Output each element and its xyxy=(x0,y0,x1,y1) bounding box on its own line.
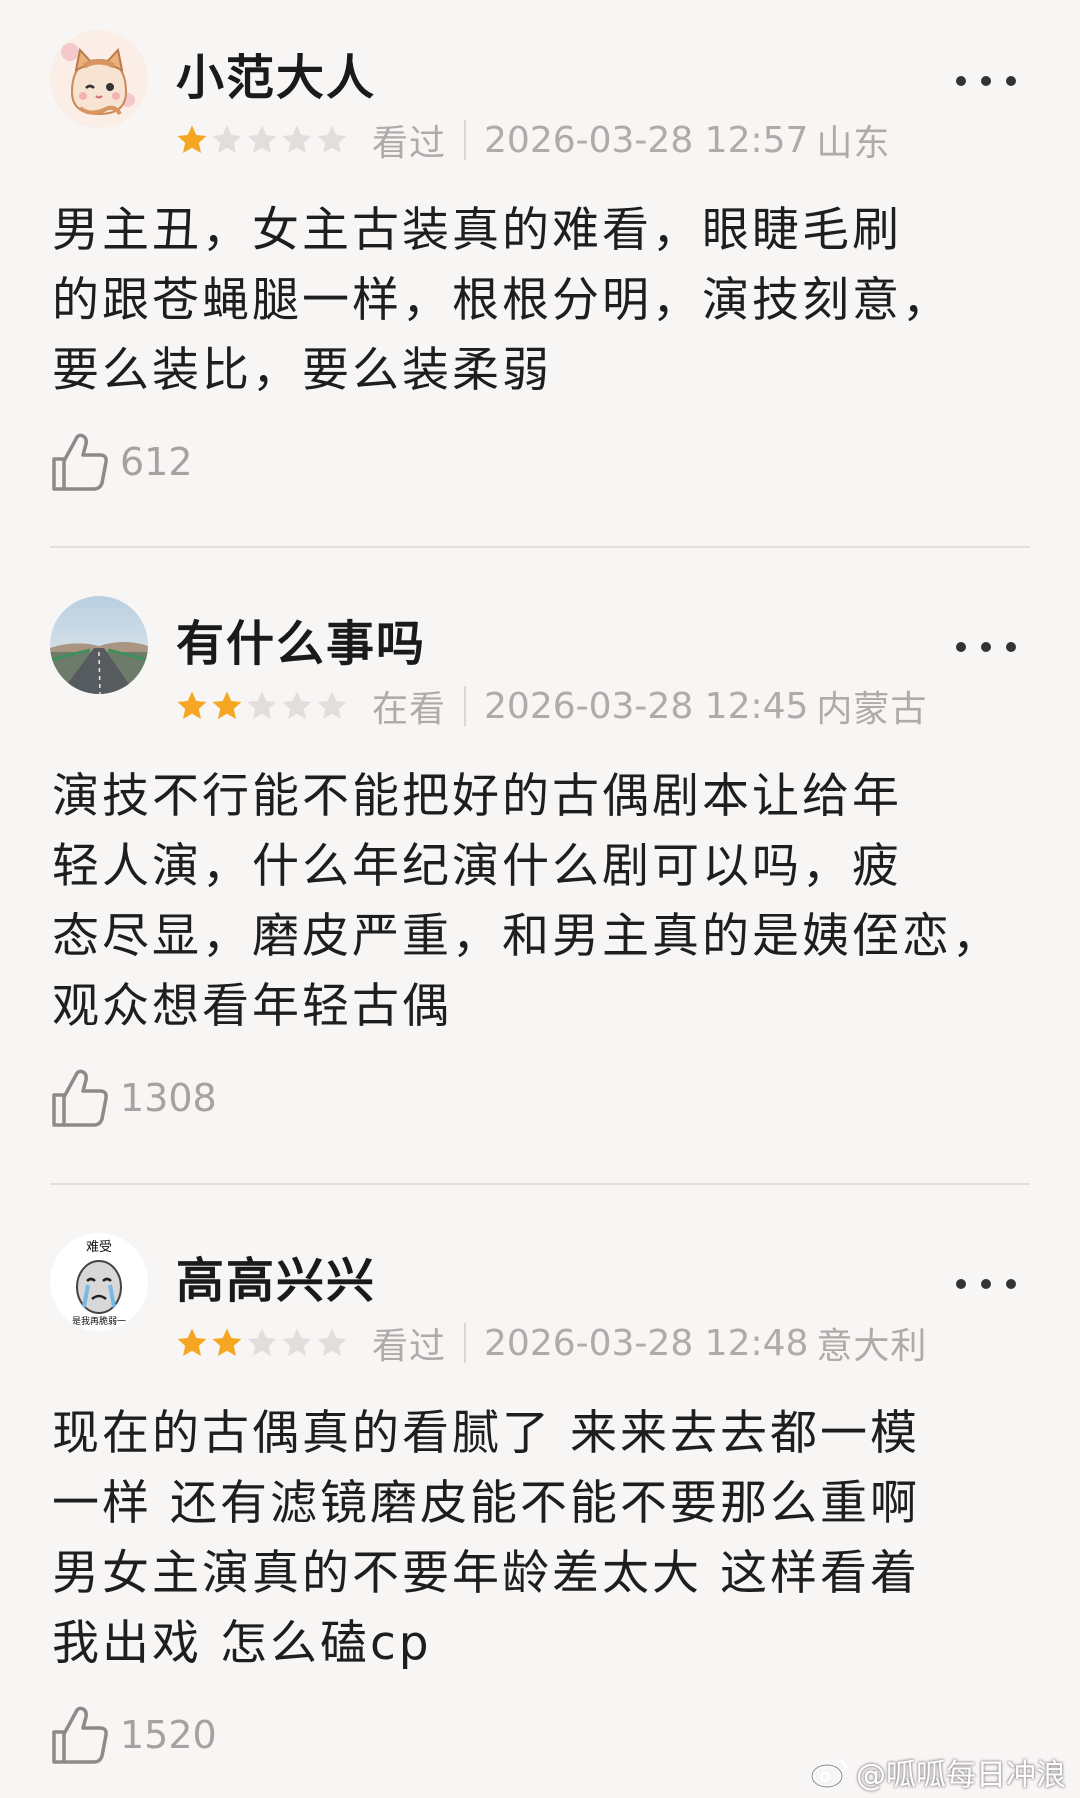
username[interactable]: 高高兴兴 xyxy=(176,1241,376,1311)
review-content-line: 的跟苍蝇腿一样，根根分明，演技刻意， xyxy=(52,273,952,328)
avatar-text-bottom: 是我再脆弱一 xyxy=(72,1315,126,1327)
review-content-line: 观众想看年轻古偶 xyxy=(52,979,452,1034)
review-content-line: 态尽显，磨皮严重，和男主真的是姨侄恋， xyxy=(52,909,1002,964)
more-dot-icon xyxy=(956,1279,966,1289)
review-content-line: 男主丑，女主古装真的难看，眼睫毛刷 xyxy=(52,203,902,258)
review-location: 山东 xyxy=(816,123,891,164)
star-empty-icon xyxy=(247,125,277,153)
star-filled-icon xyxy=(177,1328,207,1356)
review-location: 意大利 xyxy=(816,1326,928,1367)
review-datetime: 2026-03-28 12:45 xyxy=(484,685,809,727)
cat-avatar-icon xyxy=(50,30,148,128)
review-content-line: 要么装比，要么装柔弱 xyxy=(52,343,552,398)
like-count: 1308 xyxy=(120,1076,217,1120)
review-content: 演技不行能不能把好的古偶剧本让给年 轻人演，什么年纪演什么剧可以吗，疲 态尽显，… xyxy=(52,762,1032,1042)
review-content-line: 我出戏 怎么磕cp xyxy=(52,1616,432,1671)
review-datetime: 2026-03-28 12:57 xyxy=(484,119,809,161)
avatar-text-top: 难受 xyxy=(86,1240,112,1255)
review-content-line: 演技不行能不能把好的古偶剧本让给年 xyxy=(52,769,902,824)
review-content: 男主丑，女主古装真的难看，眼睫毛刷 的跟苍蝇腿一样，根根分明，演技刻意， 要么装… xyxy=(52,196,1032,406)
more-dot-icon xyxy=(1006,1279,1016,1289)
watch-status: 看过 xyxy=(372,123,447,164)
more-options-button[interactable] xyxy=(956,632,1016,662)
review-meta: 看过 2026-03-28 12:48 意大利 xyxy=(176,1321,927,1367)
user-avatar[interactable]: 难受 是我再脆弱一 xyxy=(50,1233,148,1331)
meta-divider xyxy=(464,1323,467,1363)
more-dot-icon xyxy=(1006,642,1016,652)
more-dot-icon xyxy=(981,76,991,86)
username[interactable]: 小范大人 xyxy=(176,38,376,108)
watch-status: 在看 xyxy=(372,689,447,730)
review-meta: 看过 2026-03-28 12:57 山东 xyxy=(176,118,890,164)
star-empty-icon xyxy=(247,691,277,719)
star-empty-icon xyxy=(282,125,312,153)
star-empty-icon xyxy=(317,691,347,719)
crying-meme-avatar-icon: 难受 是我再脆弱一 xyxy=(50,1233,148,1331)
star-empty-icon xyxy=(282,691,312,719)
like-button[interactable]: 612 xyxy=(50,430,193,494)
more-dot-icon xyxy=(956,76,966,86)
star-filled-icon xyxy=(212,1328,242,1356)
like-count: 612 xyxy=(120,440,193,484)
more-options-button[interactable] xyxy=(956,66,1016,96)
meta-divider xyxy=(464,686,467,726)
watch-status: 看过 xyxy=(372,1326,447,1367)
star-rating xyxy=(176,690,348,722)
user-avatar[interactable] xyxy=(50,596,148,694)
star-rating xyxy=(176,124,348,156)
thumbs-up-icon xyxy=(52,1069,108,1127)
review-content-line: 轻人演，什么年纪演什么剧可以吗，疲 xyxy=(52,839,902,894)
star-empty-icon xyxy=(282,1328,312,1356)
star-rating xyxy=(176,1327,348,1359)
more-dot-icon xyxy=(981,1279,991,1289)
review-datetime: 2026-03-28 12:48 xyxy=(484,1322,809,1364)
review-list-page: 小范大人 看过 2026-03-28 12:57 山东 男主丑，女主古装真的难看… xyxy=(0,0,1080,1798)
thumbs-up-icon xyxy=(52,433,108,491)
more-dot-icon xyxy=(981,642,991,652)
star-empty-icon xyxy=(212,125,242,153)
review-meta: 在看 2026-03-28 12:45 内蒙古 xyxy=(176,684,927,730)
review-content: 现在的古偶真的看腻了 来来去去都一模 一样 还有滤镜磨皮能不能不要那么重啊 男女… xyxy=(52,1399,1032,1679)
more-options-button[interactable] xyxy=(956,1269,1016,1299)
user-avatar[interactable] xyxy=(50,30,148,128)
star-filled-icon xyxy=(177,125,207,153)
star-empty-icon xyxy=(247,1328,277,1356)
username[interactable]: 有什么事吗 xyxy=(176,604,426,674)
watermark-text: @呱呱每日冲浪 xyxy=(856,1758,1066,1793)
meta-divider xyxy=(464,120,467,160)
star-empty-icon xyxy=(317,125,347,153)
like-button[interactable]: 1520 xyxy=(50,1703,217,1767)
review-divider xyxy=(50,546,1030,548)
like-button[interactable]: 1308 xyxy=(50,1066,217,1130)
road-landscape-avatar-icon xyxy=(50,596,148,694)
star-empty-icon xyxy=(317,1328,347,1356)
review-content-line: 现在的古偶真的看腻了 来来去去都一模 xyxy=(52,1406,920,1461)
more-dot-icon xyxy=(956,642,966,652)
review-content-line: 一样 还有滤镜磨皮能不能不要那么重啊 xyxy=(52,1476,920,1531)
star-filled-icon xyxy=(177,691,207,719)
review-location: 内蒙古 xyxy=(816,689,928,730)
more-dot-icon xyxy=(1006,76,1016,86)
thumbs-up-icon xyxy=(52,1706,108,1764)
review-content-line: 男女主演真的不要年龄差太大 这样看着 xyxy=(52,1546,920,1601)
like-count: 1520 xyxy=(120,1713,217,1757)
weibo-logo-icon xyxy=(810,1759,848,1789)
watermark: @呱呱每日冲浪 xyxy=(810,1750,1066,1794)
review-divider xyxy=(50,1183,1030,1185)
star-filled-icon xyxy=(212,691,242,719)
